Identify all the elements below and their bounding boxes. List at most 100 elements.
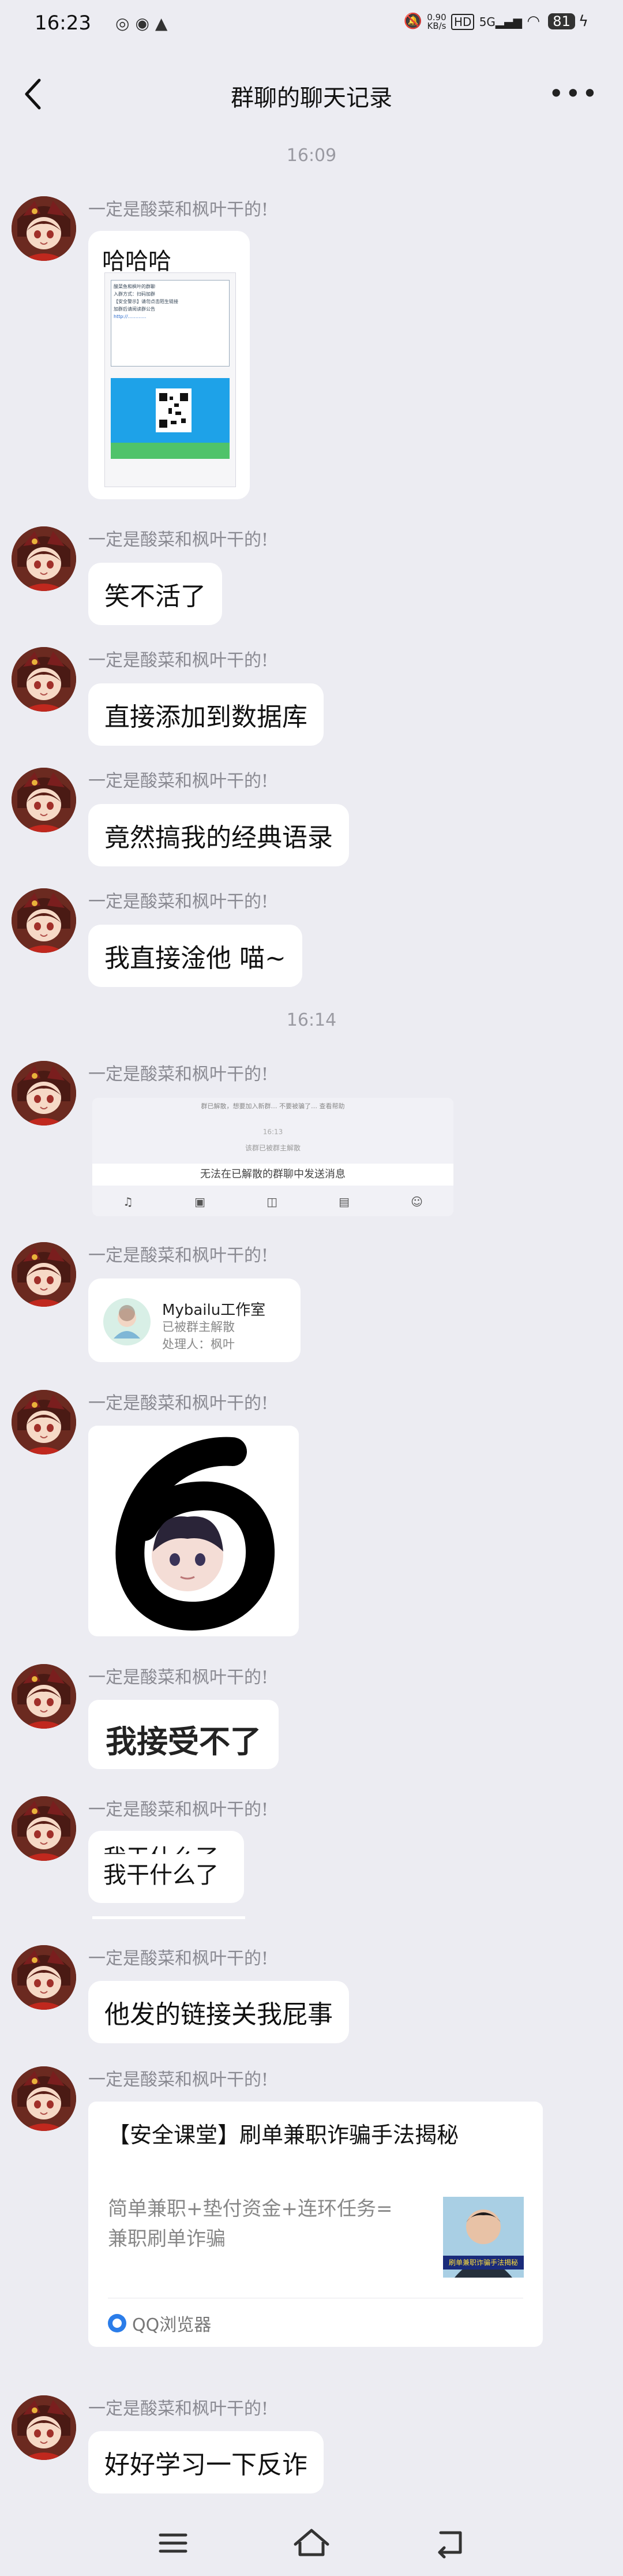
more-button[interactable]: ••• xyxy=(549,78,599,109)
message-text: 笑不活了 xyxy=(104,582,206,611)
avatar[interactable] xyxy=(12,196,76,261)
character-avatar-icon xyxy=(12,1390,76,1455)
message-text: 直接添加到数据库 xyxy=(104,702,307,732)
net-speed: 0.90 KB/s xyxy=(427,12,446,31)
avatar[interactable] xyxy=(12,647,76,712)
message-bubble[interactable]: 哈哈哈 酸菜鱼和枫叶的群聊 入群方式：扫码加群 【安全警示】请勿点击陌生链接 加群后请… xyxy=(88,231,250,499)
emoji-icon: ☺ xyxy=(411,1195,423,1209)
screenshot-banner: 无法在已解散的群聊中发送消息 xyxy=(92,1164,453,1186)
home-button[interactable] xyxy=(288,2522,335,2563)
message-text: 我接受不了 xyxy=(106,1723,261,1760)
avatar[interactable] xyxy=(12,1945,76,2010)
hd-badge: HD xyxy=(451,14,475,30)
message-bubble[interactable]: 笑不活了 xyxy=(88,563,222,625)
file-icon: ▤ xyxy=(339,1195,350,1209)
qr-screenshot-image[interactable]: 酸菜鱼和枫叶的群聊 入群方式：扫码加群 【安全警示】请勿点击陌生链接 加群后请阅读群公… xyxy=(104,272,236,487)
sticker-six[interactable] xyxy=(88,1426,299,1636)
system-nav-bar xyxy=(0,2511,623,2576)
avatar[interactable] xyxy=(12,888,76,953)
screenshot-time: 16:13 xyxy=(262,1128,283,1136)
sender-name: 一定是酸菜和枫叶干的! xyxy=(88,1246,269,1266)
character-avatar-icon xyxy=(12,768,76,832)
avatar[interactable] xyxy=(12,768,76,832)
avatar[interactable] xyxy=(12,2395,76,2460)
timestamp: 16:09 xyxy=(286,145,337,166)
timestamp: 16:14 xyxy=(286,1010,337,1030)
sender-name: 一定是酸菜和枫叶干的! xyxy=(88,1393,269,1414)
thumbnail-caption: 刷单兼职诈骗手法揭秘 xyxy=(443,2256,524,2270)
qr-code-icon xyxy=(156,388,192,432)
charging-icon: ϟ xyxy=(578,13,588,30)
menu-button[interactable] xyxy=(150,2522,196,2563)
avatar[interactable] xyxy=(12,1796,76,1861)
sender-name: 一定是酸菜和枫叶干的! xyxy=(88,1064,269,1085)
character-avatar-icon xyxy=(12,647,76,712)
link-source: QQ浏览器 xyxy=(108,2310,211,2336)
character-avatar-icon xyxy=(12,2395,76,2460)
group-name: Mybailu工作室 xyxy=(162,1302,266,1319)
message-bubble[interactable]: 我干什么了 我干什么了 xyxy=(88,1831,244,1903)
message-text: 我直接淦他 喵~ xyxy=(104,944,286,973)
image-icon: ▣ xyxy=(194,1195,205,1209)
sender-name: 一定是酸菜和枫叶干的! xyxy=(88,892,269,912)
menu-icon xyxy=(159,2533,187,2553)
mic-icon: ♫ xyxy=(123,1195,133,1209)
message-bubble[interactable]: 我接受不了 xyxy=(88,1700,279,1769)
app-icon: ◎ xyxy=(115,14,136,33)
avatar[interactable] xyxy=(12,2066,76,2131)
message-bubble[interactable]: 好好学习一下反诈 xyxy=(88,2431,324,2493)
more-icon: ••• xyxy=(548,78,599,109)
notification-icons: ◎◉▲ xyxy=(115,14,173,33)
system-icons: 🔕 0.90 KB/s HD 5G▂▄▆ ◠ 81 ϟ xyxy=(404,13,588,31)
message-text: 他发的链接关我屁事 xyxy=(104,2000,333,2029)
message-bubble[interactable]: 直接添加到数据库 xyxy=(88,683,324,746)
message-bubble[interactable]: 我直接淦他 喵~ xyxy=(88,925,302,987)
screenshot-toolbar: ♫ ▣ ◫ ▤ ☺ xyxy=(92,1190,453,1213)
battery-icon: 81 xyxy=(548,13,575,29)
character-avatar-icon xyxy=(12,1242,76,1307)
avatar[interactable] xyxy=(12,526,76,591)
sender-name: 一定是酸菜和枫叶干的! xyxy=(88,2070,269,2090)
return-icon xyxy=(438,2531,462,2559)
sender-name: 一定是酸菜和枫叶干的! xyxy=(88,1668,269,1688)
status-time: 16:23 xyxy=(35,12,91,35)
avatar[interactable] xyxy=(12,1242,76,1307)
avatar[interactable] xyxy=(12,1664,76,1729)
signal-icon: 5G▂▄▆ xyxy=(479,15,523,29)
group-avatar xyxy=(103,1298,151,1345)
group-card[interactable]: Mybailu工作室 已被群主解散 处理人：枫叶 xyxy=(88,1278,301,1362)
sender-name: 一定是酸菜和枫叶干的! xyxy=(88,530,269,550)
qq-icon: ◉ xyxy=(135,14,155,33)
message-text: 哈哈哈 xyxy=(102,248,171,275)
mute-icon: 🔕 xyxy=(403,13,423,30)
link-title: 【安全课堂】刷单兼职诈骗手法揭秘 xyxy=(108,2122,459,2148)
number-six-sticker-icon xyxy=(115,1437,275,1631)
camera-icon: ◫ xyxy=(267,1195,277,1209)
character-avatar-icon xyxy=(12,526,76,591)
sender-name: 一定是酸菜和枫叶干的! xyxy=(88,1800,269,1820)
chat-screenshot-image[interactable]: 群已解散，想要加入新群… 不要被骗了… 查看帮助 16:13 该群已被群主解散 … xyxy=(92,1098,453,1216)
back-nav-button[interactable] xyxy=(427,2522,473,2563)
message-bubble[interactable]: 他发的链接关我屁事 xyxy=(88,1981,349,2043)
sender-name: 一定是酸菜和枫叶干的! xyxy=(88,650,269,671)
avatar[interactable] xyxy=(12,1390,76,1455)
character-avatar-icon xyxy=(12,1945,76,2010)
group-status: 已被群主解散 xyxy=(162,1320,235,1334)
character-avatar-icon xyxy=(12,1796,76,1861)
character-avatar-icon xyxy=(12,888,76,953)
qr-card xyxy=(111,378,230,459)
sender-name: 一定是酸菜和枫叶干的! xyxy=(88,1949,269,1969)
message-text: 好好学习一下反诈 xyxy=(104,2450,307,2480)
title-bar: 群聊的聊天记录 ••• xyxy=(0,55,623,136)
page-title: 群聊的聊天记录 xyxy=(231,85,392,111)
link-card[interactable]: 【安全课堂】刷单兼职诈骗手法揭秘 简单兼职+垫付资金+连环任务=兼职刷单诈骗 刷… xyxy=(88,2102,543,2347)
screenshot-notice: 群已解散，想要加入新群… 不要被骗了… 查看帮助 xyxy=(201,1102,345,1110)
message-bubble[interactable]: 竟然搞我的经典语录 xyxy=(88,804,349,866)
qr-card-footer xyxy=(111,443,230,459)
avatar[interactable] xyxy=(12,1061,76,1126)
sender-name: 一定是酸菜和枫叶干的! xyxy=(88,200,269,220)
sender-name: 一定是酸菜和枫叶干的! xyxy=(88,2399,269,2419)
qr-notice-text: 酸菜鱼和枫叶的群聊 入群方式：扫码加群 【安全警示】请勿点击陌生链接 加群后请阅读群公… xyxy=(111,280,230,367)
character-avatar-icon xyxy=(12,1664,76,1729)
screenshot-system-msg: 该群已被群主解散 xyxy=(245,1144,301,1152)
